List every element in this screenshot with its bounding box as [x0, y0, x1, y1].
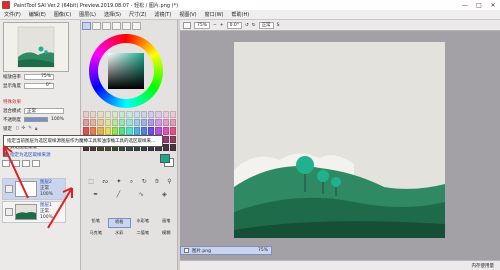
annotation-arrows — [3, 145, 73, 229]
annotation-arrow — [3, 145, 29, 199]
annotation-arrow — [47, 187, 73, 229]
